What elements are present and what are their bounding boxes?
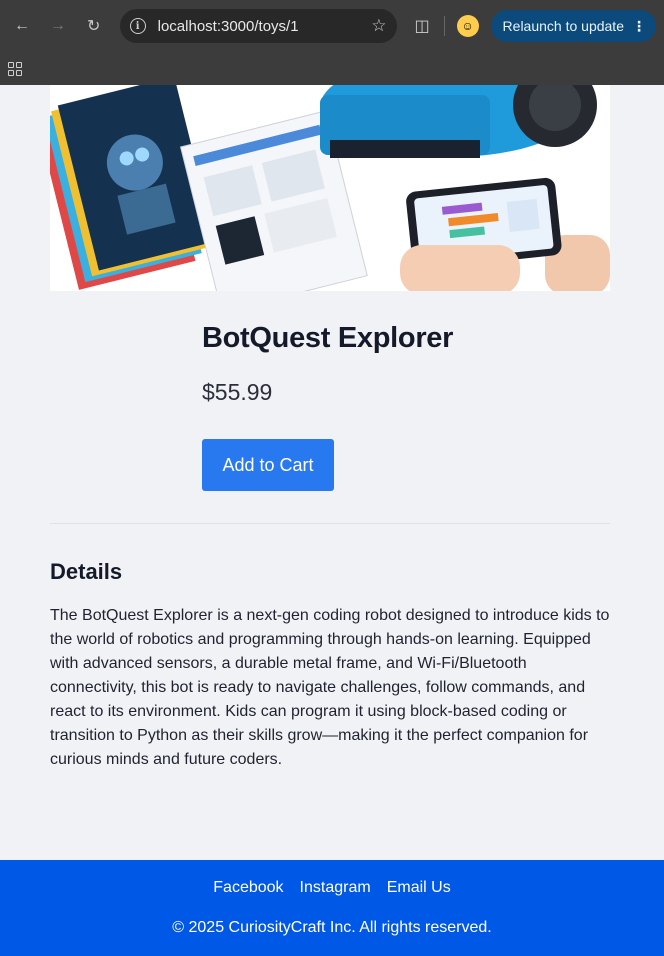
- product-image: [50, 85, 610, 291]
- profile-avatar-icon[interactable]: ☺: [456, 15, 479, 37]
- product-price: $55.99: [202, 379, 273, 405]
- product-illustration: [50, 85, 610, 291]
- browser-chrome: ← → ↻ i localhost:3000/toys/1 ☆ ◫ ☺ Rela…: [0, 0, 664, 85]
- relaunch-label: Relaunch to update: [502, 18, 624, 34]
- address-bar[interactable]: i localhost:3000/toys/1 ☆: [119, 9, 397, 43]
- details-description: The BotQuest Explorer is a next-gen codi…: [50, 607, 610, 768]
- kebab-menu-icon[interactable]: ⋮: [632, 18, 646, 35]
- footer-link-instagram[interactable]: Instagram: [300, 879, 371, 897]
- site-info-icon[interactable]: i: [129, 18, 146, 34]
- extensions-puzzle-icon[interactable]: ◫: [415, 16, 430, 36]
- copyright-text: © 2025 CuriosityCraft Inc. All rights re…: [172, 919, 492, 936]
- footer-links: Facebook Instagram Email Us: [0, 879, 664, 897]
- section-divider: [50, 523, 610, 524]
- address-url[interactable]: localhost:3000/toys/1: [158, 18, 372, 35]
- product-info: BotQuest Explorer $55.99: [202, 322, 453, 406]
- product-name: BotQuest Explorer: [202, 322, 454, 354]
- bookmarks-bar: [0, 52, 664, 85]
- browser-toolbar: ← → ↻ i localhost:3000/toys/1 ☆ ◫ ☺ Rela…: [0, 0, 664, 52]
- add-to-cart-button[interactable]: Add to Cart: [202, 439, 334, 491]
- reload-icon[interactable]: ↻: [80, 12, 108, 40]
- site-footer: Facebook Instagram Email Us © 2025 Curio…: [0, 860, 664, 956]
- back-arrow-icon[interactable]: ←: [8, 12, 36, 40]
- toolbar-separator: [443, 16, 445, 36]
- relaunch-button[interactable]: Relaunch to update ⋮: [490, 10, 656, 42]
- apps-grid-icon[interactable]: [8, 61, 22, 76]
- bookmark-star-icon[interactable]: ☆: [371, 16, 386, 36]
- footer-link-email[interactable]: Email Us: [387, 879, 451, 897]
- forward-arrow-icon[interactable]: →: [44, 12, 72, 40]
- footer-link-facebook[interactable]: Facebook: [213, 879, 283, 897]
- details-heading: Details: [50, 559, 123, 584]
